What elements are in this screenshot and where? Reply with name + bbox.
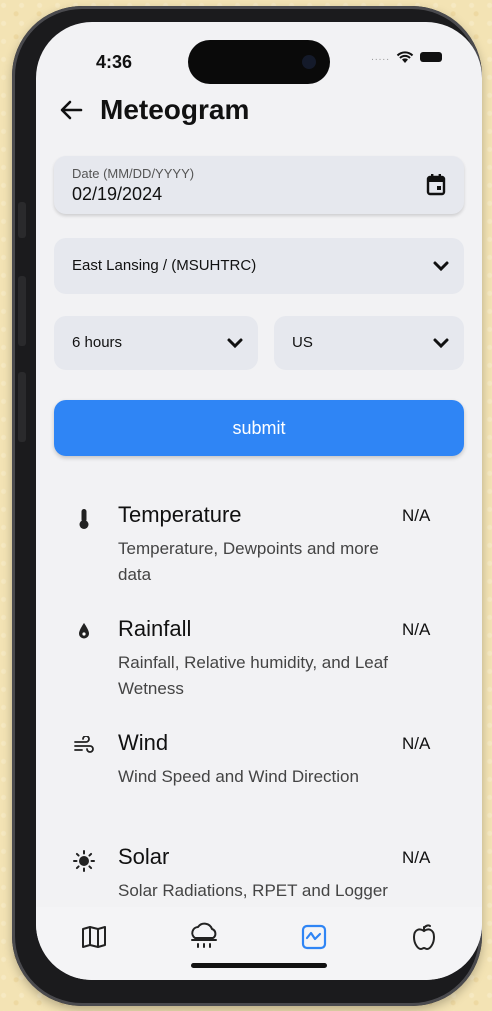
chevron-down-icon bbox=[433, 338, 449, 349]
units-select-value: US bbox=[292, 334, 313, 351]
page-title: Meteogram bbox=[100, 94, 250, 125]
volume-down-button bbox=[18, 372, 26, 442]
item-title: Wind bbox=[118, 730, 169, 755]
dynamic-island bbox=[188, 40, 330, 84]
duration-select-value: 6 hours bbox=[72, 334, 123, 351]
raindrop-icon bbox=[72, 622, 96, 646]
item-title: Rainfall bbox=[118, 616, 192, 641]
status-icons: ..... bbox=[371, 50, 442, 64]
bottom-navigation bbox=[36, 907, 482, 980]
item-value: N/A bbox=[402, 620, 431, 639]
item-description: Temperature, Dewpoints and more data bbox=[118, 539, 379, 584]
wifi-icon bbox=[396, 51, 414, 63]
camera-icon bbox=[302, 55, 316, 69]
item-value: N/A bbox=[402, 734, 431, 753]
home-indicator[interactable] bbox=[191, 963, 327, 968]
submit-button[interactable]: submit bbox=[54, 400, 464, 456]
app-bar: Meteogram bbox=[56, 94, 249, 126]
wind-icon bbox=[72, 735, 96, 760]
volume-up-button bbox=[18, 276, 26, 346]
signal-dots: ..... bbox=[371, 51, 390, 63]
location-select-value: East Lansing / (MSUHTRC) bbox=[72, 257, 257, 274]
rain-cloud-icon[interactable] bbox=[184, 917, 224, 957]
calendar-icon[interactable] bbox=[426, 174, 446, 201]
back-arrow-icon[interactable] bbox=[56, 95, 86, 125]
action-button bbox=[18, 202, 26, 238]
sun-icon bbox=[72, 850, 96, 874]
item-value: N/A bbox=[402, 506, 431, 525]
app-screen: 4:36 ..... Meteogram Date (MM/DD/YYYY) 0… bbox=[36, 22, 482, 980]
item-description: Rainfall, Relative humidity, and Leaf We… bbox=[118, 653, 388, 698]
item-value: N/A bbox=[402, 848, 431, 867]
chart-icon[interactable] bbox=[294, 917, 334, 957]
item-title: Temperature bbox=[118, 502, 242, 527]
units-select[interactable]: US bbox=[274, 316, 464, 370]
item-title: Solar bbox=[118, 844, 170, 869]
battery-icon bbox=[420, 52, 442, 62]
apple-icon[interactable] bbox=[404, 917, 444, 957]
chevron-down-icon bbox=[433, 261, 449, 272]
date-field[interactable]: Date (MM/DD/YYYY) 02/19/2024 bbox=[54, 156, 464, 214]
location-select[interactable]: East Lansing / (MSUHTRC) bbox=[54, 238, 464, 294]
thermometer-icon bbox=[72, 508, 96, 532]
date-field-value[interactable]: 02/19/2024 bbox=[72, 184, 162, 205]
date-field-label: Date (MM/DD/YYYY) bbox=[72, 166, 195, 181]
item-description: Wind Speed and Wind Direction bbox=[118, 767, 359, 786]
status-time: 4:36 bbox=[96, 52, 133, 72]
duration-select[interactable]: 6 hours bbox=[54, 316, 258, 370]
chevron-down-icon bbox=[227, 338, 243, 349]
map-icon[interactable] bbox=[74, 917, 114, 957]
